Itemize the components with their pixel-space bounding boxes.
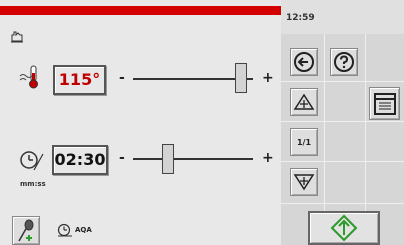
temperature-slider-thumb[interactable] [235, 63, 247, 93]
temperature-value: 115° [58, 70, 101, 89]
arrow-left-icon [294, 52, 314, 72]
status-bar [0, 6, 281, 15]
aqa-label: AQA [75, 226, 92, 234]
back-button[interactable] [290, 48, 318, 76]
arrow-up-icon [293, 93, 315, 110]
timer-slider-thumb[interactable] [162, 144, 174, 174]
grid-divider [281, 81, 404, 82]
hand-icon[interactable] [10, 28, 24, 43]
probe-add-button[interactable] [12, 216, 40, 245]
save-program-button[interactable] [369, 87, 400, 120]
timer-increase-button[interactable]: + [262, 150, 274, 166]
temperature-value-box[interactable]: 115° [53, 65, 106, 95]
page-indicator-label: 1/1 [296, 137, 312, 147]
grid-divider [281, 203, 404, 204]
grid-divider [281, 161, 404, 162]
thermometer-icon [17, 64, 43, 90]
settings-panel [0, 0, 281, 245]
temperature-decrease-button[interactable]: - [119, 70, 125, 86]
timer-value-box[interactable]: 02:30 [52, 145, 108, 175]
timer-slider-track[interactable] [133, 158, 253, 160]
arrow-down-icon [293, 174, 315, 191]
start-icon [330, 214, 358, 242]
window-icon [373, 92, 396, 115]
probe-icon [18, 219, 34, 241]
scroll-down-button[interactable] [290, 168, 318, 196]
timer-icon [18, 148, 44, 172]
aqa-mode-icon[interactable] [57, 222, 73, 238]
start-button[interactable] [308, 211, 380, 245]
timer-unit-label: mm:ss [20, 180, 46, 188]
help-button[interactable] [330, 48, 358, 76]
right-toolbar [281, 0, 404, 245]
timer-decrease-button[interactable]: - [119, 150, 125, 166]
timer-value: 02:30 [54, 150, 106, 169]
grid-divider [281, 121, 404, 122]
scroll-up-button[interactable] [290, 88, 318, 116]
page-indicator: 1/1 [290, 128, 318, 156]
help-icon [334, 52, 354, 72]
temperature-increase-button[interactable]: + [262, 70, 274, 86]
clock-display: 12:59 [286, 13, 315, 23]
